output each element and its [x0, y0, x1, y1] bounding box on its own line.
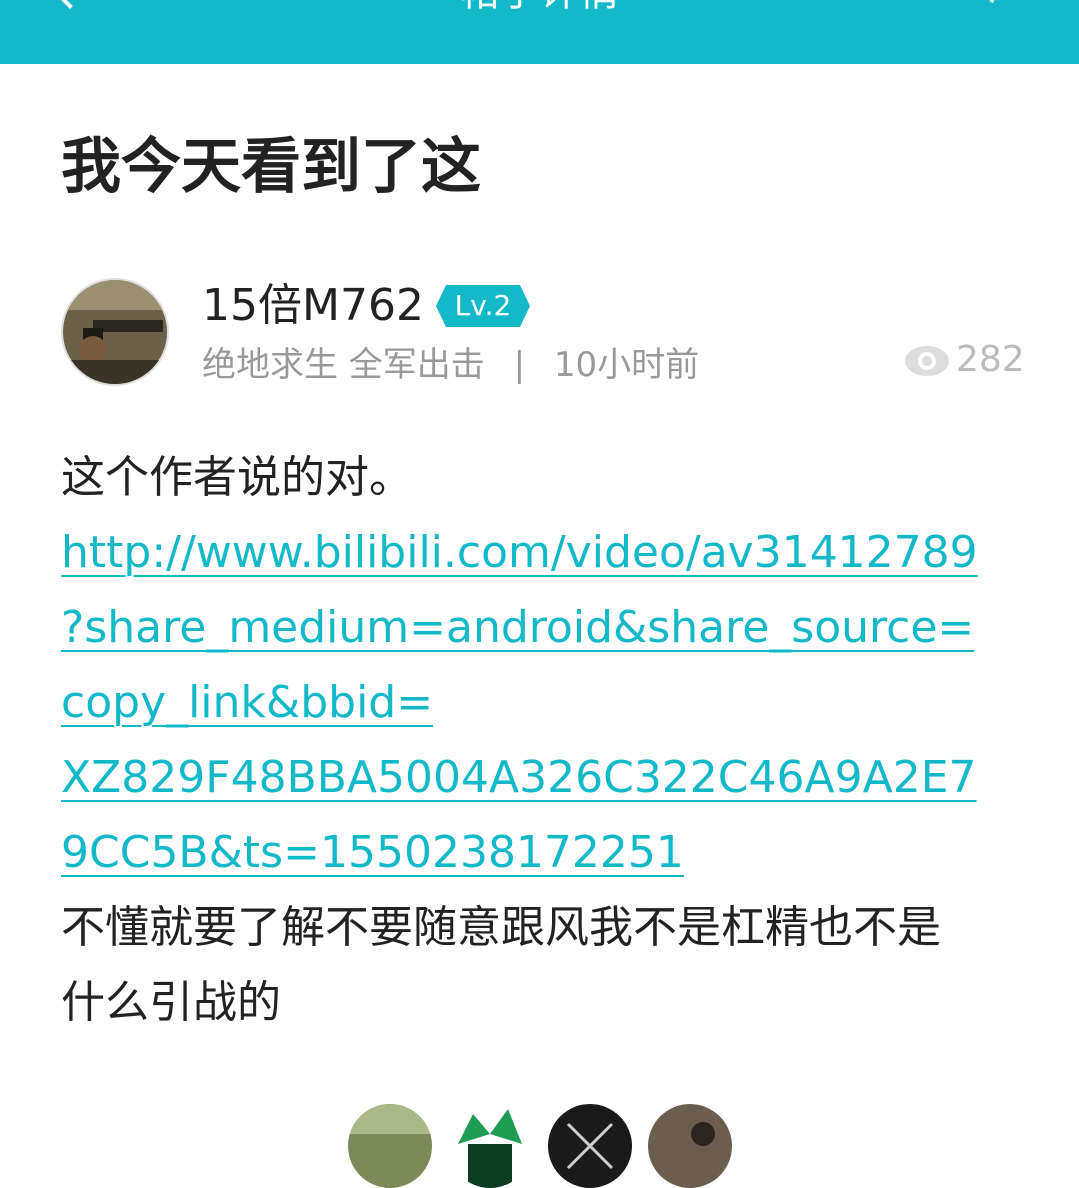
- section-name[interactable]: 绝地求生 全军出击: [202, 345, 485, 385]
- more-icon[interactable]: [985, 0, 1007, 6]
- content-text: 什么引战的: [61, 977, 281, 1028]
- page-title: 帖子详情: [0, 0, 1079, 12]
- post-content: 这个作者说的对。 http://www.bilibili.com/video/a…: [61, 440, 1031, 1040]
- liker-avatar[interactable]: [548, 1104, 632, 1188]
- eye-icon: [905, 346, 949, 376]
- video-link[interactable]: 9CC5B&ts=1550238172251: [61, 827, 684, 878]
- view-count: 282: [904, 338, 1025, 382]
- meta-separator: |: [513, 345, 526, 385]
- view-count-value: 282: [956, 339, 1025, 380]
- video-link[interactable]: ?share_medium=android&share_source=: [61, 602, 974, 653]
- post-time: 10小时前: [553, 345, 700, 385]
- author-name[interactable]: 15倍M762: [202, 280, 424, 332]
- top-bar: 帖子详情: [0, 0, 1079, 64]
- level-badge: Lv.2: [436, 285, 530, 327]
- liker-avatar[interactable]: [348, 1104, 432, 1188]
- post-meta: 绝地求生 全军出击 | 10小时前: [202, 343, 699, 387]
- content-text: 这个作者说的对。: [61, 452, 413, 503]
- video-link[interactable]: copy_link&bbid=: [61, 677, 433, 728]
- video-link[interactable]: http://www.bilibili.com/video/av31412789: [61, 527, 978, 578]
- post-title: 我今天看到了这: [61, 132, 481, 202]
- level-label: Lv.2: [454, 289, 512, 322]
- liker-avatar[interactable]: [648, 1104, 732, 1188]
- liker-avatar[interactable]: [448, 1104, 532, 1188]
- author-avatar[interactable]: [61, 278, 169, 386]
- video-link[interactable]: XZ829F48BBA5004A326C322C46A9A2E7: [61, 752, 977, 803]
- content-text: 不懂就要了解不要随意跟风我不是杠精也不是: [61, 902, 941, 953]
